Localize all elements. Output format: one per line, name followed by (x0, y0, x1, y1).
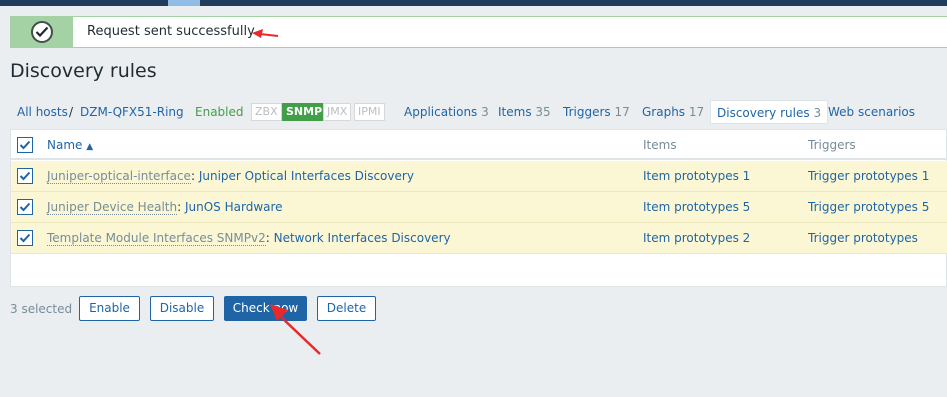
tab-applications[interactable]: Applications 3 (404, 105, 489, 119)
selected-count: 3 selected (10, 302, 73, 316)
column-header-items: Items (643, 138, 677, 152)
success-message: Request sent successfully (10, 16, 947, 48)
rule-name-cell: Juniper-optical-interface: Juniper Optic… (47, 169, 414, 184)
tab-count: 3 (481, 105, 489, 119)
top-header-bar (0, 0, 947, 6)
tab-graphs[interactable]: Graphs 17 (642, 105, 704, 119)
tab-count: 35 (535, 105, 551, 119)
row-checkbox[interactable] (17, 168, 33, 184)
annotation-arrow-icon (270, 304, 321, 355)
column-header-name-label: Name (47, 138, 83, 152)
name-separator: : (177, 200, 182, 214)
name-separator: : (265, 231, 270, 245)
column-header-name[interactable]: Name ▲ (47, 138, 93, 152)
message-icon-box (11, 17, 73, 47)
page-title: Discovery rules (10, 60, 157, 82)
check-circle-icon (31, 21, 53, 43)
annotation-arrow-icon (252, 29, 279, 38)
row-checkbox[interactable] (17, 199, 33, 215)
select-all-checkbox[interactable] (17, 137, 33, 153)
table-row[interactable]: Juniper-optical-interface: Juniper Optic… (11, 161, 947, 192)
disable-button[interactable]: Disable (150, 296, 214, 321)
tab-web-scenarios[interactable]: Web scenarios (828, 105, 915, 119)
rule-link[interactable]: Juniper Optical Interfaces Discovery (199, 169, 414, 183)
tab-label: Graphs (642, 105, 686, 119)
trigger-prototypes-link[interactable]: Trigger prototypes 5 (808, 200, 929, 214)
availability-snmp: SNMP (282, 103, 327, 121)
tab-count: 3 (813, 106, 822, 120)
tab-discovery-rules[interactable]: Discovery rules 3 (710, 100, 829, 124)
template-link[interactable]: Template Module Interfaces SNMPv2 (47, 231, 266, 246)
availability-jmx: JMX (323, 103, 352, 121)
table-row[interactable]: Juniper Device Health: JunOS Hardware It… (11, 192, 947, 223)
availability-ipmi: IPMI (354, 103, 385, 121)
table-header: Name ▲ Items Triggers (11, 130, 947, 160)
availability-zbx: ZBX (251, 103, 282, 121)
mass-action-bar: 3 selected Enable Disable Check now Dele… (0, 296, 947, 324)
item-prototypes-link[interactable]: Item prototypes 5 (643, 200, 750, 214)
tab-label: Applications (404, 105, 478, 119)
enable-button[interactable]: Enable (79, 296, 140, 321)
row-checkbox[interactable] (17, 230, 33, 246)
tab-label: Items (498, 105, 532, 119)
breadcrumb-all-hosts[interactable]: All hosts (17, 105, 68, 119)
template-link[interactable]: Juniper Device Health (47, 200, 178, 215)
tab-items[interactable]: Items 35 (498, 105, 551, 119)
item-prototypes-link[interactable]: Item prototypes 2 (643, 231, 750, 245)
tab-label: Web scenarios (828, 105, 916, 119)
host-navigation: All hosts / DZM-QFX51-Ring Enabled ZBX S… (10, 100, 947, 124)
active-menu-indicator (168, 0, 200, 6)
table-row[interactable]: Template Module Interfaces SNMPv2: Netwo… (11, 223, 947, 254)
sort-ascending-icon: ▲ (86, 142, 94, 152)
column-header-triggers: Triggers (808, 138, 856, 152)
trigger-prototypes-link[interactable]: Trigger prototypes 1 (808, 169, 929, 183)
tab-count: 17 (614, 105, 630, 119)
rule-link[interactable]: JunOS Hardware (185, 200, 283, 214)
trigger-prototypes-link[interactable]: Trigger prototypes (808, 231, 918, 245)
template-link[interactable]: Juniper-optical-interface (47, 169, 191, 184)
tab-count: 17 (688, 105, 705, 119)
message-text: Request sent successfully (87, 24, 255, 39)
host-status[interactable]: Enabled (195, 105, 244, 119)
delete-button[interactable]: Delete (317, 296, 376, 321)
rule-name-cell: Juniper Device Health: JunOS Hardware (47, 200, 283, 215)
discovery-rules-table: Name ▲ Items Triggers Juniper-optical-in… (10, 129, 947, 287)
tab-label: Discovery rules (717, 106, 810, 120)
name-separator: : (190, 169, 195, 183)
rule-name-cell: Template Module Interfaces SNMPv2: Netwo… (47, 231, 451, 246)
item-prototypes-link[interactable]: Item prototypes 1 (643, 169, 750, 183)
breadcrumb-host[interactable]: DZM-QFX51-Ring (80, 105, 184, 119)
tab-label: Triggers (563, 105, 611, 119)
tab-triggers[interactable]: Triggers 17 (563, 105, 630, 119)
rule-link[interactable]: Network Interfaces Discovery (274, 231, 451, 245)
breadcrumb-separator: / (69, 105, 74, 119)
